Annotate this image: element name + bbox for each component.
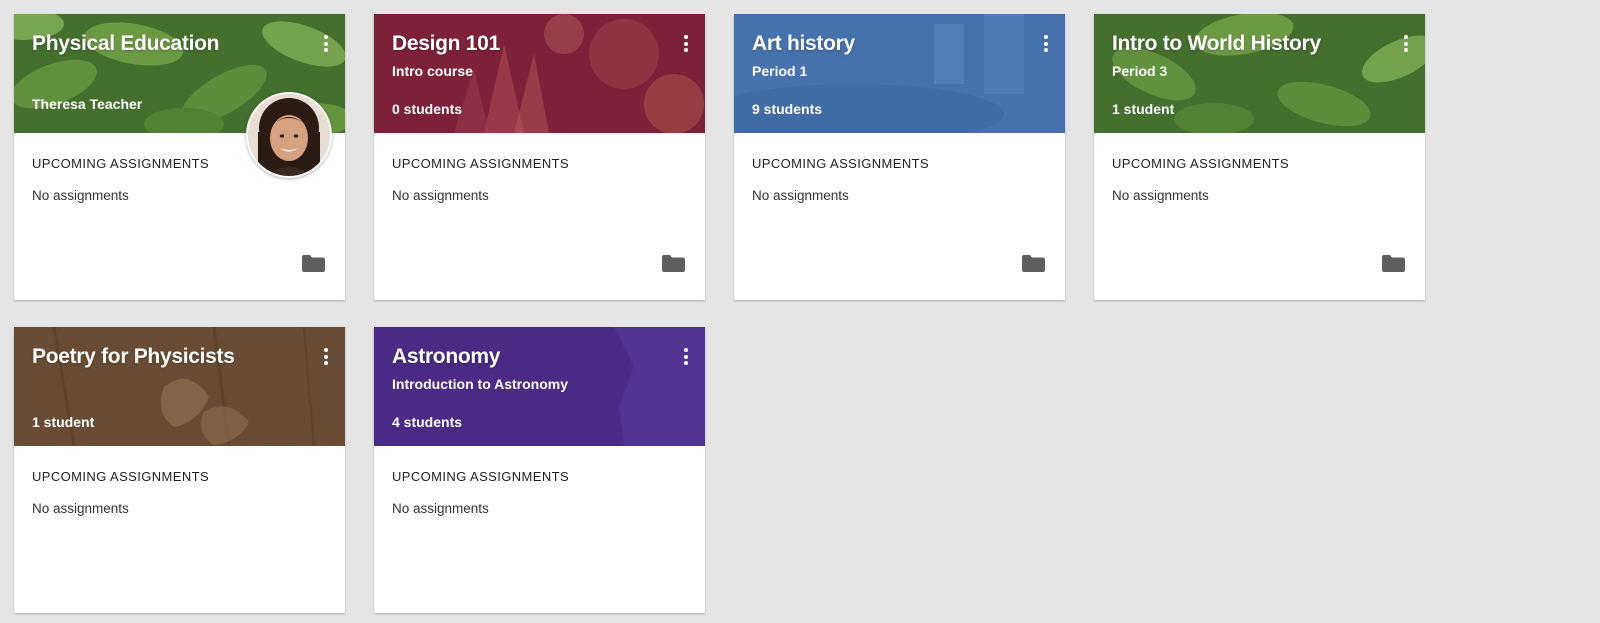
- student-count: 9 students: [752, 101, 823, 117]
- class-card[interactable]: Art history Period 1 9 students UPCOMING…: [734, 14, 1065, 300]
- more-vert-icon[interactable]: [1041, 35, 1051, 55]
- more-vert-icon[interactable]: [681, 35, 691, 55]
- class-card-header[interactable]: Art history Period 1 9 students: [734, 14, 1065, 133]
- assignments-status: No assignments: [392, 501, 489, 516]
- class-card[interactable]: Astronomy Introduction to Astronomy 4 st…: [374, 327, 705, 613]
- class-title[interactable]: Art history: [752, 32, 855, 56]
- more-vert-icon[interactable]: [681, 348, 691, 368]
- class-card-header[interactable]: Astronomy Introduction to Astronomy 4 st…: [374, 327, 705, 446]
- upcoming-assignments-label: UPCOMING ASSIGNMENTS: [392, 156, 570, 171]
- folder-icon[interactable]: [1022, 255, 1045, 272]
- upcoming-assignments-label: UPCOMING ASSIGNMENTS: [1112, 156, 1290, 171]
- more-vert-icon[interactable]: [321, 348, 331, 368]
- class-card-body: UPCOMING ASSIGNMENTS No assignments: [1094, 133, 1425, 300]
- class-section: Period 3: [1112, 63, 1168, 79]
- class-title[interactable]: Astronomy: [392, 345, 500, 369]
- teacher-name: Theresa Teacher: [32, 96, 143, 112]
- class-title[interactable]: Poetry for Physicists: [32, 345, 235, 369]
- class-card-body: UPCOMING ASSIGNMENTS No assignments: [374, 133, 705, 300]
- more-vert-icon[interactable]: [1401, 35, 1411, 55]
- student-count: 1 student: [1112, 101, 1175, 117]
- more-vert-icon[interactable]: [321, 35, 331, 55]
- teacher-avatar: [246, 92, 332, 178]
- folder-icon[interactable]: [1382, 255, 1405, 272]
- class-card[interactable]: Intro to World History Period 3 1 studen…: [1094, 14, 1425, 300]
- assignments-status: No assignments: [32, 188, 129, 203]
- class-card-header[interactable]: Poetry for Physicists 1 student: [14, 327, 345, 446]
- folder-icon[interactable]: [662, 255, 685, 272]
- class-card-body: UPCOMING ASSIGNMENTS No assignments: [734, 133, 1065, 300]
- class-card-body: UPCOMING ASSIGNMENTS No assignments: [14, 446, 345, 613]
- class-title[interactable]: Intro to World History: [1112, 32, 1321, 56]
- student-count: 4 students: [392, 414, 463, 430]
- assignments-status: No assignments: [1112, 188, 1209, 203]
- class-section: Intro course: [392, 63, 473, 79]
- class-section: Period 1: [752, 63, 808, 79]
- class-card-header[interactable]: Intro to World History Period 3 1 studen…: [1094, 14, 1425, 133]
- class-card[interactable]: Design 101 Intro course 0 students UPCOM…: [374, 14, 705, 300]
- assignments-status: No assignments: [392, 188, 489, 203]
- upcoming-assignments-label: UPCOMING ASSIGNMENTS: [752, 156, 930, 171]
- upcoming-assignments-label: UPCOMING ASSIGNMENTS: [392, 469, 570, 484]
- student-count: 1 student: [32, 414, 95, 430]
- upcoming-assignments-label: UPCOMING ASSIGNMENTS: [32, 469, 210, 484]
- class-title[interactable]: Design 101: [392, 32, 500, 56]
- class-card[interactable]: Physical Education Theresa Teacher UPCOM…: [14, 14, 345, 300]
- class-title[interactable]: Physical Education: [32, 32, 219, 56]
- class-card-body: UPCOMING ASSIGNMENTS No assignments: [374, 446, 705, 613]
- assignments-status: No assignments: [752, 188, 849, 203]
- folder-icon[interactable]: [302, 255, 325, 272]
- class-section: Introduction to Astronomy: [392, 376, 569, 392]
- class-card-header[interactable]: Design 101 Intro course 0 students: [374, 14, 705, 133]
- class-card[interactable]: Poetry for Physicists 1 student UPCOMING…: [14, 327, 345, 613]
- upcoming-assignments-label: UPCOMING ASSIGNMENTS: [32, 156, 210, 171]
- assignments-status: No assignments: [32, 501, 129, 516]
- student-count: 0 students: [392, 101, 463, 117]
